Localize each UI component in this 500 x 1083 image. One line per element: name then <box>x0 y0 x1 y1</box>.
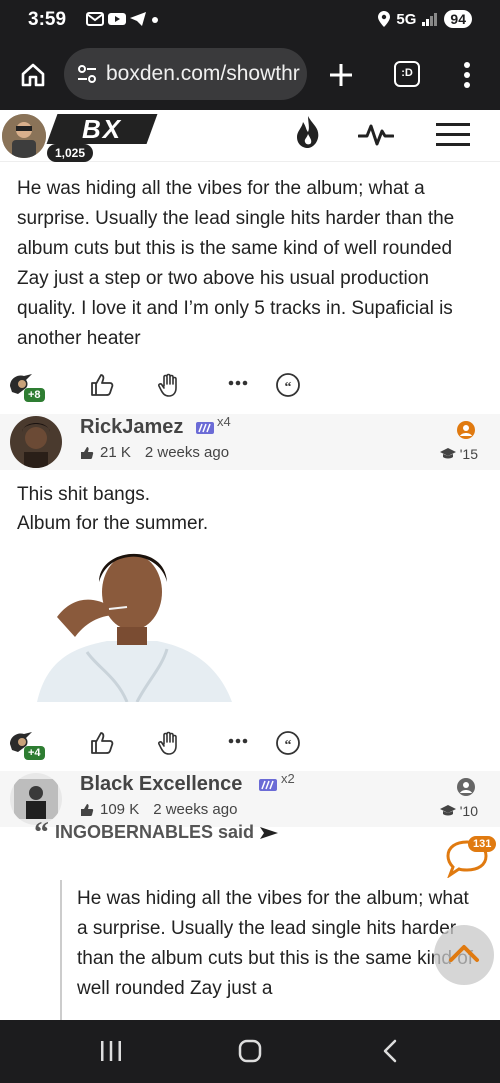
gmail-icon <box>86 12 104 26</box>
url-text: boxden.com/showthr <box>106 62 300 85</box>
recent-apps-icon[interactable] <box>100 1041 122 1061</box>
signal-icon <box>422 13 438 26</box>
join-year: '10 <box>439 803 478 819</box>
site-header: BX 1,025 <box>0 110 500 162</box>
graduation-cap-icon <box>439 448 456 459</box>
online-count-badge: 1,025 <box>47 144 94 162</box>
more-options-icon[interactable] <box>228 380 248 386</box>
reaction-count-badge: +4 <box>24 746 45 760</box>
user-card: RickJamez x4 21 K 2 weeks ago '15 <box>0 414 500 470</box>
more-options-icon[interactable] <box>228 738 248 744</box>
browser-toolbar: boxden.com/showthr :D <box>0 40 500 110</box>
thumbs-up-icon[interactable] <box>89 730 115 756</box>
reaction-bar: +4 “ <box>0 728 500 768</box>
post-body-line: This shit bangs. <box>17 484 151 505</box>
join-year: '15 <box>439 446 478 462</box>
menu-icon[interactable] <box>436 122 470 148</box>
rank-multiplier: x2 <box>281 771 295 786</box>
reaction-count-badge: +8 <box>24 388 45 402</box>
quote-reply-icon[interactable]: “ <box>275 372 301 398</box>
rank-multiplier: x4 <box>217 414 231 429</box>
status-time: 3:59 <box>28 9 67 30</box>
username[interactable]: Black Excellence <box>80 773 242 796</box>
post-body-line: Album for the summer. <box>17 513 209 534</box>
telegram-icon <box>130 12 146 26</box>
like-count: 109 K <box>100 801 140 818</box>
thumbs-up-icon <box>81 803 94 816</box>
back-icon[interactable] <box>382 1039 398 1063</box>
tab-switcher-button[interactable]: :D <box>394 61 420 87</box>
home-icon[interactable] <box>20 62 46 88</box>
quote-reply-icon[interactable]: “ <box>275 730 301 756</box>
user-status-icon[interactable] <box>456 777 476 797</box>
status-right: 5G 94 <box>378 10 472 28</box>
network-type: 5G <box>396 10 417 28</box>
hand-stop-icon[interactable] <box>158 730 182 756</box>
like-count: 21 K <box>100 444 131 461</box>
rank-stripes-icon <box>196 422 214 434</box>
post-time: 2 weeks ago <box>144 444 230 461</box>
battery-level: 94 <box>450 11 466 27</box>
user-card: Black Excellence x2 109 K 2 weeks ago '1… <box>0 771 500 827</box>
thumbs-up-icon[interactable] <box>89 372 115 398</box>
user-stats: 109 K 2 weeks ago <box>80 801 237 818</box>
svg-text:“: “ <box>285 738 292 753</box>
location-icon <box>378 11 391 27</box>
new-tab-icon[interactable] <box>328 62 354 88</box>
graduation-cap-icon <box>439 805 456 816</box>
notification-icons <box>86 12 160 26</box>
avatar[interactable] <box>2 114 46 158</box>
thumbs-up-icon <box>81 446 94 459</box>
site-settings-icon[interactable] <box>76 63 98 85</box>
battery-indicator: 94 <box>444 10 472 28</box>
arrow-right-icon[interactable] <box>260 826 279 840</box>
overflow-menu-icon[interactable] <box>462 60 472 90</box>
youtube-icon <box>108 13 126 25</box>
scroll-top-button[interactable] <box>434 925 494 985</box>
system-nav-bar <box>0 1020 500 1083</box>
svg-text:“: “ <box>285 380 292 395</box>
fire-icon[interactable] <box>294 114 322 150</box>
avatar[interactable] <box>10 416 62 468</box>
post-time: 2 weeks ago <box>153 801 238 818</box>
post-gif-image[interactable] <box>17 537 235 702</box>
hand-stop-icon[interactable] <box>158 372 182 398</box>
tab-switcher-label: :D <box>401 67 413 79</box>
bx-logo: BX <box>46 114 158 144</box>
quote-header: “ INGOBERNABLES said <box>34 815 279 849</box>
quote-mark-icon: “ <box>34 815 49 849</box>
site-logo[interactable]: BX 1,025 <box>0 110 160 162</box>
dot-icon <box>152 17 158 23</box>
quote-body: He was hiding all the vibes for the albu… <box>77 888 474 999</box>
user-stats: 21 K 2 weeks ago <box>80 444 229 461</box>
username[interactable]: RickJamez <box>80 416 183 439</box>
quote-author[interactable]: INGOBERNABLES said <box>55 822 254 843</box>
chat-count-badge: 131 <box>468 836 497 852</box>
activity-icon[interactable] <box>358 122 394 148</box>
status-bar: 3:59 5G 94 <box>0 0 500 40</box>
reaction-bar: +8 “ <box>0 370 500 410</box>
home-nav-icon[interactable] <box>238 1039 262 1063</box>
rank-stripes-icon <box>259 779 277 791</box>
quote-bar <box>60 880 62 1020</box>
chevron-up-icon <box>449 945 479 962</box>
post-body: He was hiding all the vibes for the albu… <box>17 178 455 349</box>
address-bar[interactable]: boxden.com/showthr <box>64 48 307 100</box>
user-status-icon[interactable] <box>456 420 476 440</box>
